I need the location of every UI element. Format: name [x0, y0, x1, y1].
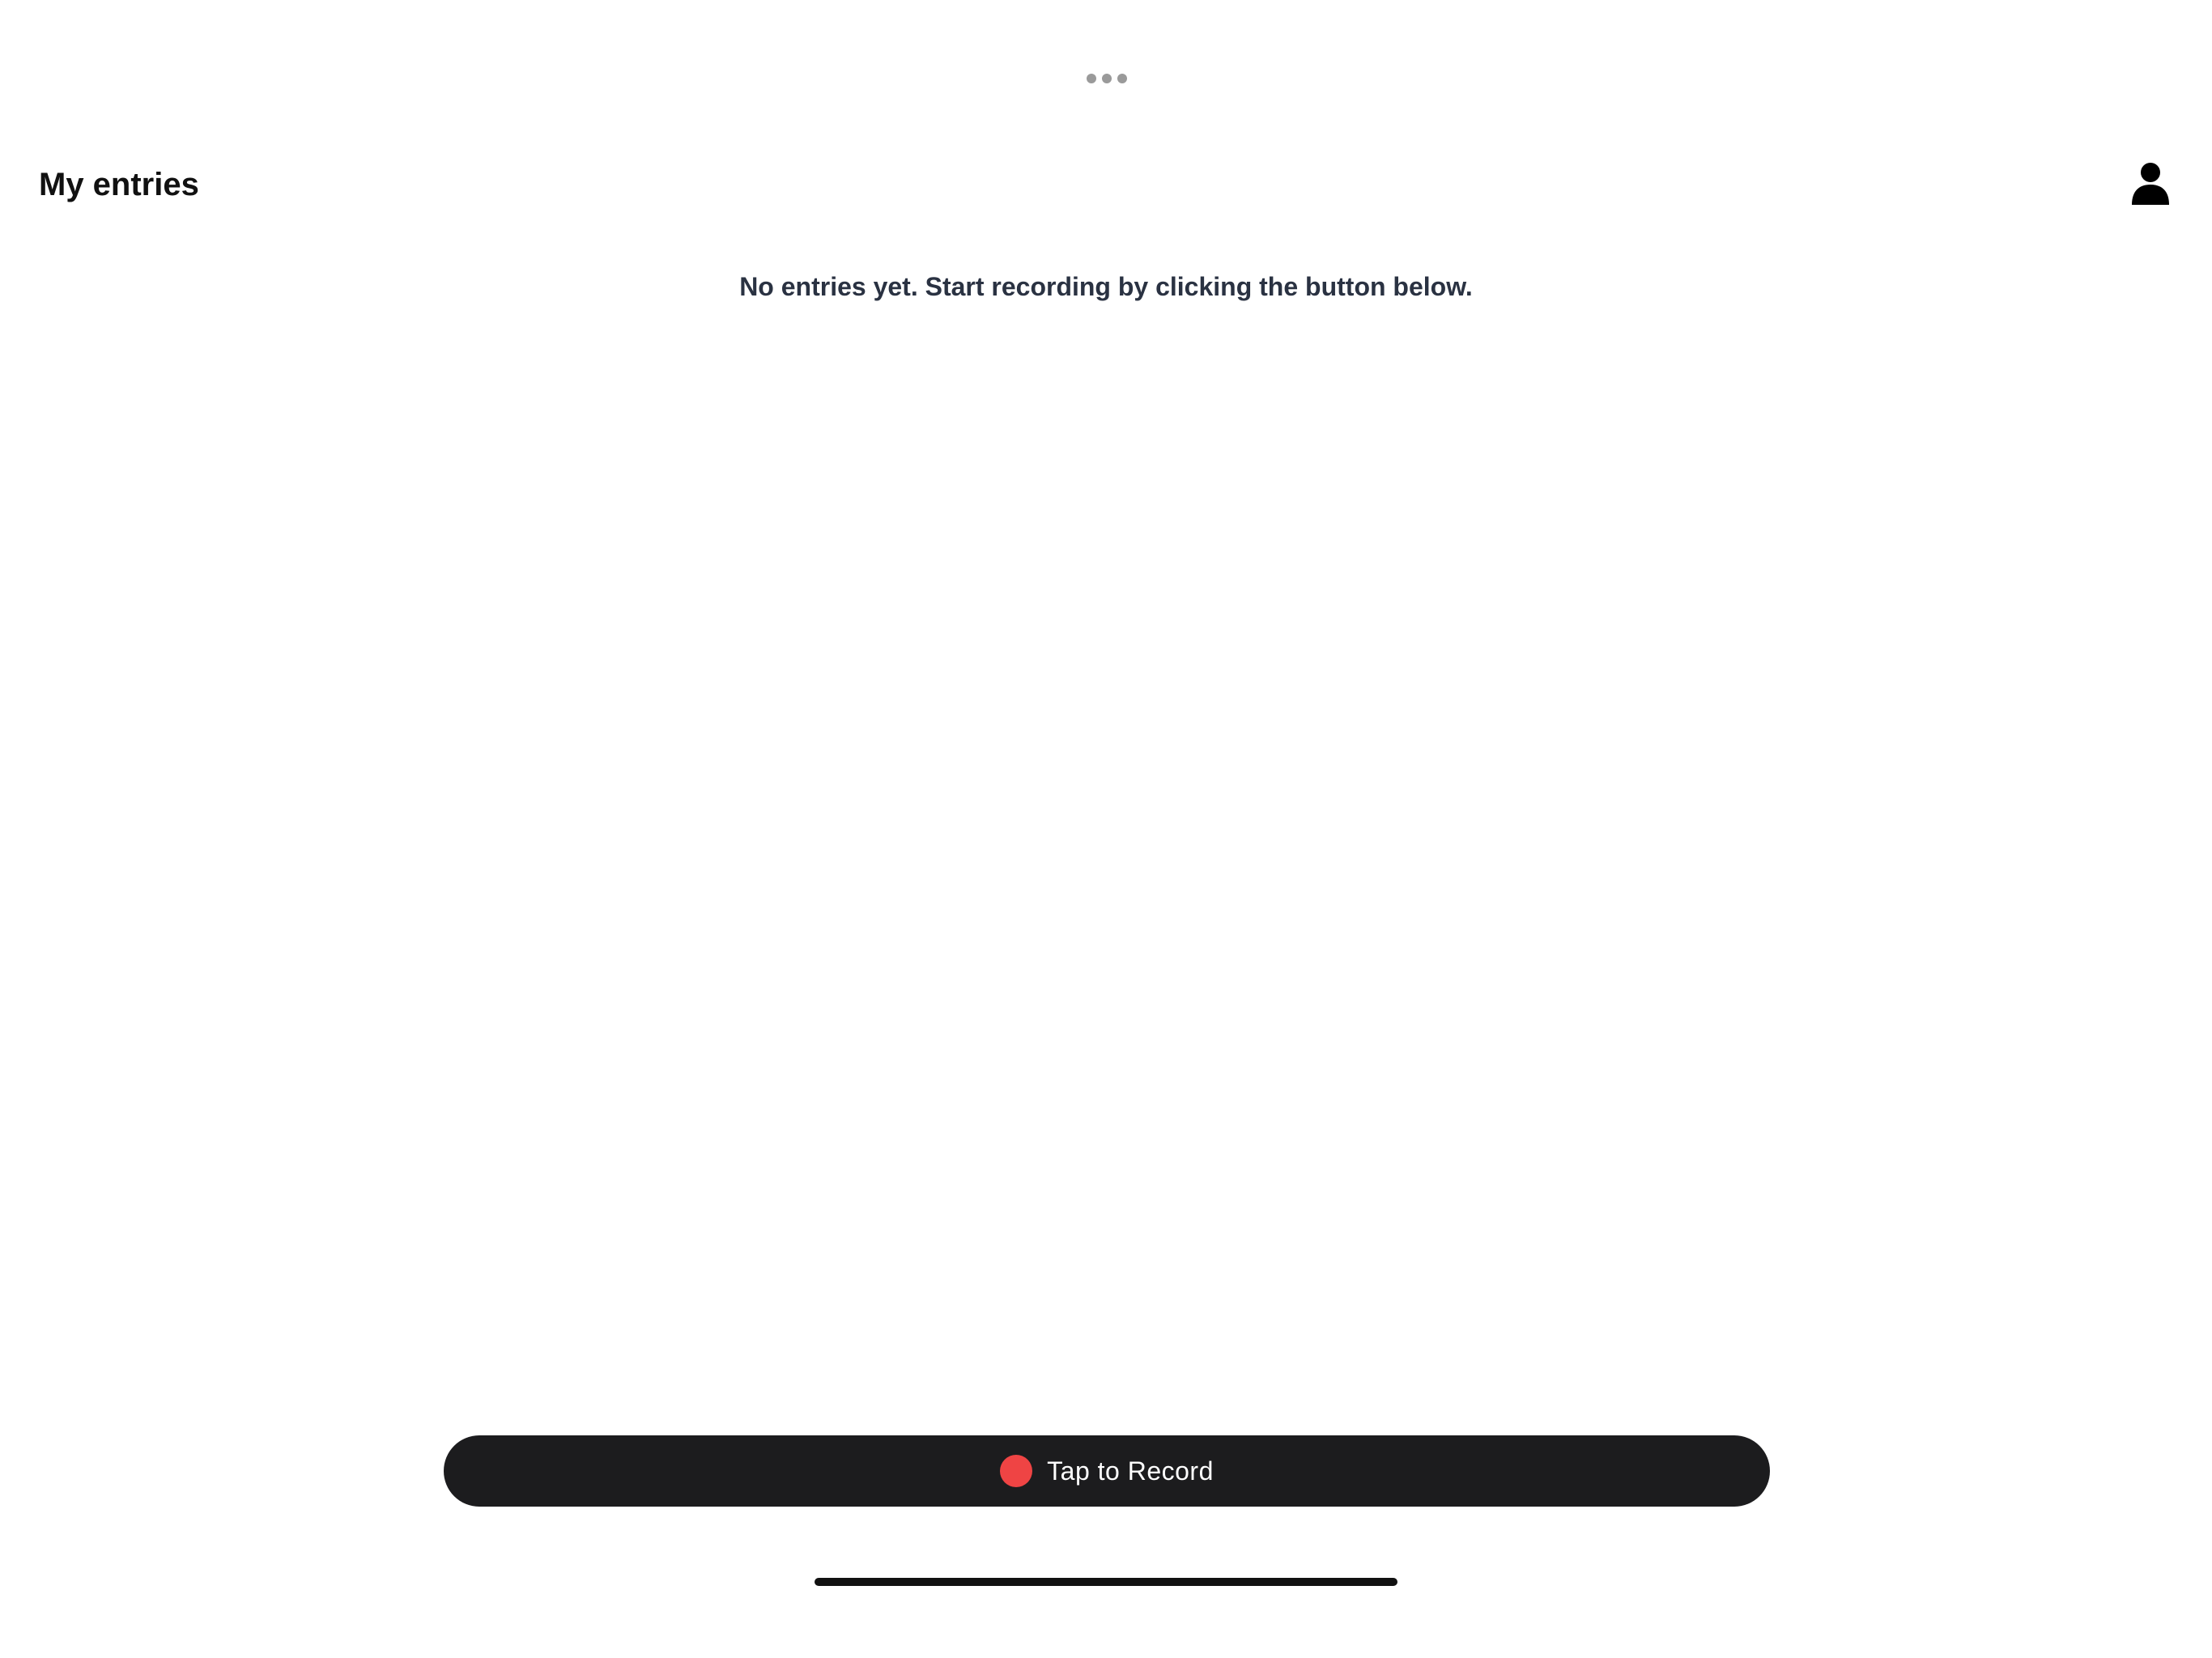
dot [1087, 74, 1096, 83]
profile-button[interactable] [2128, 160, 2173, 206]
dot [1102, 74, 1112, 83]
person-icon [2132, 163, 2169, 205]
record-dot-icon [1000, 1455, 1033, 1487]
page-title: My entries [39, 167, 199, 202]
dot [1117, 74, 1127, 83]
empty-state-message: No entries yet. Start recording by click… [739, 272, 1473, 301]
home-indicator[interactable] [815, 1578, 1397, 1586]
multitasking-dots-icon[interactable] [1087, 73, 1127, 84]
record-button-label: Tap to Record [1047, 1456, 1214, 1486]
record-button[interactable]: Tap to Record [444, 1435, 1770, 1507]
